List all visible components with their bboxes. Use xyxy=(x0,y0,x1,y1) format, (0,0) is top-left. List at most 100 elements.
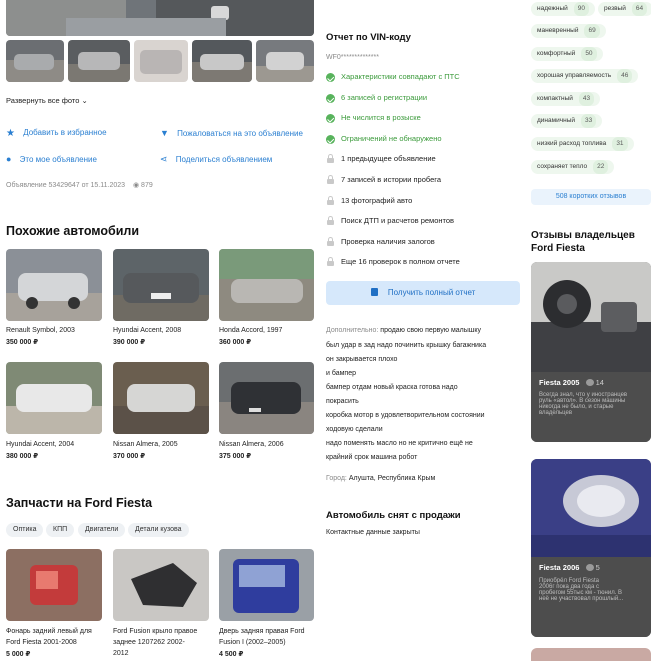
car-name[interactable]: Hyundai Accent, 2004 xyxy=(6,441,74,448)
review-card[interactable]: Fiesta 2006 5 Приобрёл Ford Fiesta 2006г… xyxy=(531,459,651,637)
rating-value: 50 xyxy=(581,47,597,61)
part-photo[interactable] xyxy=(6,549,102,621)
description-line: крайний срок машина робот xyxy=(326,454,418,461)
parts-title: Запчасти на Ford Fiesta xyxy=(6,496,153,510)
rating-chip[interactable]: надежный 90 xyxy=(531,2,596,16)
rating-chip[interactable]: низкий расход топлива 31 xyxy=(531,137,634,151)
rating-label: компактный xyxy=(537,95,573,102)
car-photo[interactable] xyxy=(6,362,102,434)
city-label: Город: xyxy=(326,475,347,482)
car-photo[interactable] xyxy=(113,249,209,321)
part-name[interactable]: Дверь задняя правая Ford xyxy=(219,628,305,635)
vin-check-item: Проверка наличия залогов xyxy=(341,237,435,246)
vin-check-item: Еще 16 проверок в полном отчете xyxy=(341,257,460,266)
car-photo[interactable] xyxy=(219,362,314,434)
expand-photos-link[interactable]: Развернуть все фото ⌄ xyxy=(6,96,88,105)
car-price: 375 000 ₽ xyxy=(219,453,252,460)
part-name[interactable]: Ford Fiesta 2001-2008 xyxy=(6,639,77,646)
description-line: надо поменять масло но не критично ещё н… xyxy=(326,440,473,447)
car-price: 360 000 ₽ xyxy=(219,339,252,346)
vin-check-item: Характеристики совпадают с ПТС xyxy=(341,72,460,81)
check-icon xyxy=(326,114,335,123)
rating-value: 46 xyxy=(617,69,633,83)
review-card-title: Fiesta 2006 xyxy=(539,563,580,572)
review-card-title: Fiesta 2005 xyxy=(539,378,580,387)
parts-chip-engines[interactable]: Двигатели xyxy=(78,523,126,537)
parts-chip-body[interactable]: Детали кузова xyxy=(128,523,189,537)
rating-chip[interactable]: компактный 43 xyxy=(531,92,601,106)
car-price: 390 000 ₽ xyxy=(113,339,146,346)
part-photo[interactable] xyxy=(113,549,209,621)
my-ad-label: Это мое объявление xyxy=(19,155,97,164)
more-reviews-link[interactable]: 508 коротких отзывов xyxy=(531,189,651,205)
rating-chip[interactable]: маневренный 69 xyxy=(531,24,606,38)
car-name[interactable]: Hyundai Accent, 2008 xyxy=(113,327,181,334)
car-name[interactable]: Nissan Almera, 2006 xyxy=(219,441,284,448)
review-card[interactable] xyxy=(531,648,651,661)
ad-meta: Объявление 53429647 от 15.11.2023 ◉ 879 xyxy=(6,181,153,189)
rating-chip[interactable]: динамичный 33 xyxy=(531,114,603,128)
views-count: 879 xyxy=(141,182,153,189)
my-ad-button[interactable]: ● Это мое объявление xyxy=(6,154,97,164)
star-icon: ★ xyxy=(6,128,15,139)
rating-chip[interactable]: комфортный 50 xyxy=(531,47,603,61)
thumbnail[interactable] xyxy=(134,40,188,82)
part-name[interactable]: заднее 1207262 2002- xyxy=(113,639,185,646)
share-label: Поделиться объявлением xyxy=(175,155,273,164)
vin-check-item: 1 предыдущее объявление xyxy=(341,154,436,163)
rating-value: 90 xyxy=(573,2,590,16)
lock-icon xyxy=(327,175,334,184)
rating-chip[interactable]: хорошая управляемость 46 xyxy=(531,69,639,83)
add-favorite-button[interactable]: ★ Добавить в избранное xyxy=(6,128,107,139)
main-photo[interactable] xyxy=(6,0,314,36)
lock-icon xyxy=(327,154,334,163)
car-photo[interactable] xyxy=(113,362,209,434)
car-name[interactable]: Renault Symbol, 2003 xyxy=(6,327,75,334)
part-name[interactable]: Фонарь задний левый для xyxy=(6,628,92,635)
removed-subtitle: Контактные данные закрыты xyxy=(326,529,420,536)
car-photo[interactable] xyxy=(219,249,314,321)
city-line: Город: Алушта, Республика Крым xyxy=(326,475,435,482)
parts-chip-optics[interactable]: Оптика xyxy=(6,523,44,537)
parts-chip-gearbox[interactable]: КПП xyxy=(46,523,75,537)
similar-title: Похожие автомобили xyxy=(6,224,140,238)
share-button[interactable]: ⋖ Поделиться объявлением xyxy=(160,154,272,165)
description-line: покрасить xyxy=(326,398,359,405)
car-name[interactable]: Nissan Almera, 2005 xyxy=(113,441,178,448)
thumbnail[interactable] xyxy=(68,40,130,82)
get-full-report-button[interactable]: Получить полный отчет xyxy=(326,281,520,305)
part-name[interactable]: Fusion I (2002–2005) xyxy=(219,639,286,646)
part-name[interactable]: 2012 xyxy=(113,650,129,657)
ad-info: Объявление 53429647 от 15.11.2023 xyxy=(6,182,126,189)
user-icon: ● xyxy=(6,154,12,164)
description-line: Дополнительно: продаю свою первую малышк… xyxy=(326,327,481,334)
description-line: бампер отдам новый краска готова надо xyxy=(326,384,458,391)
description-line: был удар в зад надо починить крышку бага… xyxy=(326,342,487,349)
car-name[interactable]: Honda Accord, 1997 xyxy=(219,327,282,334)
lock-icon xyxy=(327,237,334,246)
thumbnail[interactable] xyxy=(256,40,314,82)
comment-icon xyxy=(585,379,594,386)
car-price: 370 000 ₽ xyxy=(113,453,146,460)
complain-button[interactable]: ▼ Пожаловаться на это объявление xyxy=(160,128,303,138)
rating-label: сохраняет тепло xyxy=(537,163,588,170)
rating-chip[interactable]: сохраняет тепло 22 xyxy=(531,160,615,174)
vin-check-item: 6 записей о регистрации xyxy=(341,93,428,102)
rating-chip[interactable]: резвый 64 xyxy=(598,2,651,16)
expand-photos-label: Развернуть все фото xyxy=(6,96,80,105)
comment-icon xyxy=(585,564,594,571)
vin-check-item: 13 фотографий авто xyxy=(341,196,413,205)
thumbnail[interactable] xyxy=(192,40,252,82)
review-card[interactable]: Fiesta 2005 14 Всегда знал, что у иностр… xyxy=(531,262,651,442)
thumbnail[interactable] xyxy=(6,40,64,82)
rating-label: резвый xyxy=(604,5,626,12)
part-name[interactable]: Ford Fusion крыло правое xyxy=(113,628,197,635)
description-line: коробка мотор в удовлетворительном состо… xyxy=(326,412,485,419)
car-photo[interactable] xyxy=(6,249,102,321)
vin-code: WF0************** xyxy=(326,54,379,61)
rating-label: комфортный xyxy=(537,50,576,57)
rating-value: 33 xyxy=(581,114,597,128)
review-comments-count: 5 xyxy=(595,563,600,572)
part-photo[interactable] xyxy=(219,549,314,621)
check-icon xyxy=(326,135,335,144)
